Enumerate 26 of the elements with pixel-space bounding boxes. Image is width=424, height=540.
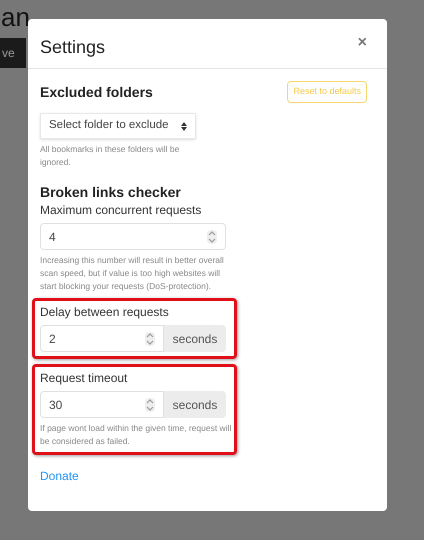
field-label: Delay between requests bbox=[40, 305, 170, 320]
spinner-icon[interactable] bbox=[207, 230, 217, 244]
help-text: If page wont load within the given time, request will be considered as failed. bbox=[40, 422, 232, 448]
number-input[interactable]: 4 bbox=[40, 223, 226, 250]
help-text: Increasing this number will result in better overall scan speed, but if value is too high websites will start blocking your requests (DoS-protection). bbox=[40, 254, 225, 293]
background-button[interactable]: ve bbox=[0, 38, 26, 68]
number-input[interactable]: 30 bbox=[40, 391, 164, 418]
field-label: Request timeout bbox=[40, 371, 128, 386]
sort-caret-icon bbox=[181, 122, 187, 130]
unit-addon: seconds bbox=[164, 391, 226, 418]
unit-addon: seconds bbox=[164, 325, 226, 352]
number-input[interactable]: 2 bbox=[40, 325, 164, 352]
folder-select[interactable]: Select folder to exclude bbox=[40, 113, 196, 139]
close-button[interactable]: × bbox=[358, 35, 367, 51]
help-text: All bookmarks in these folders will be ignored. bbox=[40, 143, 180, 169]
field-label: Maximum concurrent requests bbox=[40, 203, 202, 218]
spinner-icon[interactable] bbox=[145, 332, 155, 346]
page-heading: an bbox=[1, 2, 30, 32]
spinner-icon[interactable] bbox=[145, 398, 155, 412]
section-heading: Excluded folders bbox=[40, 83, 153, 102]
dialog-title: Settings bbox=[40, 36, 106, 59]
section-heading: Broken links checker bbox=[40, 183, 182, 201]
select-text: Select folder to exclude bbox=[49, 118, 169, 134]
input-value: 4 bbox=[49, 228, 56, 246]
input-value: 2 bbox=[49, 330, 56, 348]
input-value: 30 bbox=[49, 396, 62, 414]
